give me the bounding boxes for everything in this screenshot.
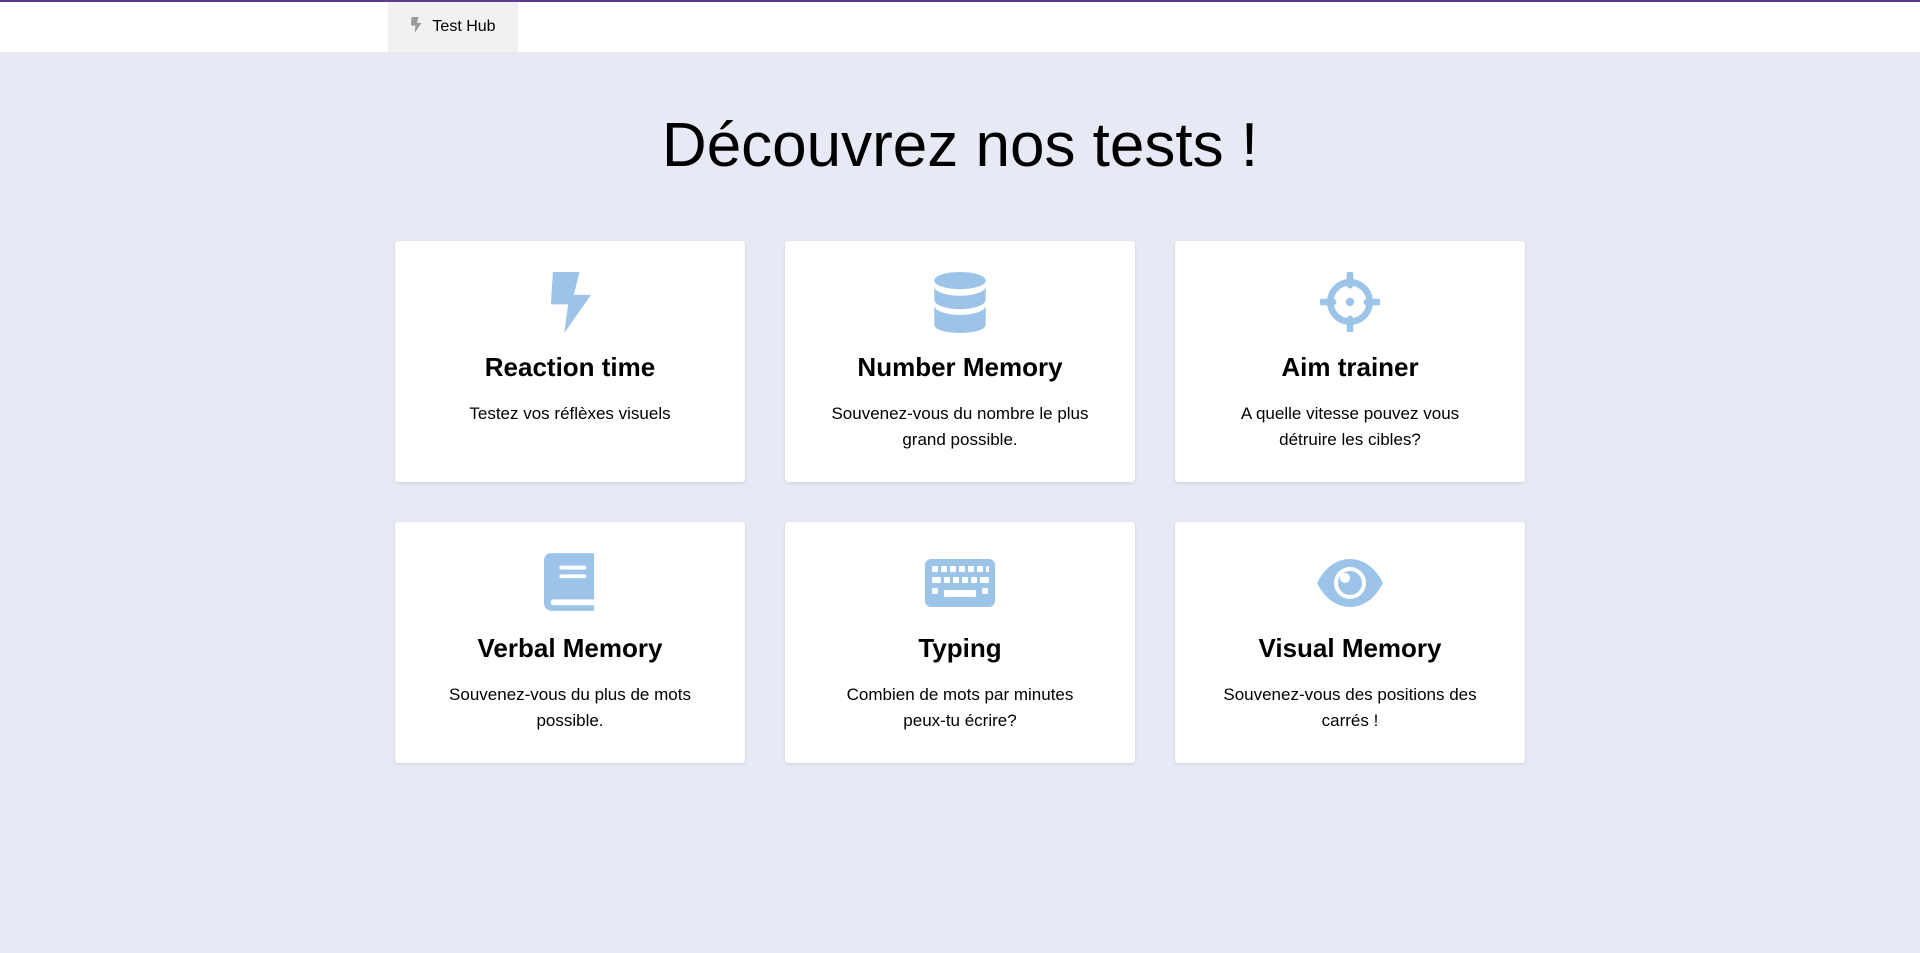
bolt-icon	[535, 271, 605, 333]
database-icon	[925, 271, 995, 333]
card-description: Testez vos réflèxes visuels	[469, 404, 671, 423]
tests-grid: Reaction time Testez vos réflèxes visuel…	[395, 241, 1525, 763]
card-title: Reaction time	[484, 352, 656, 382]
card-description: Souvenez-vous du nombre le plus grand po…	[831, 404, 1089, 449]
book-icon	[535, 552, 605, 614]
card-description: Souvenez-vous des positions des carrés !	[1223, 685, 1477, 730]
bolt-icon	[410, 16, 422, 39]
card-description: Combien de mots par minutes peux-tu écri…	[846, 685, 1074, 730]
card-title: Aim trainer	[1281, 352, 1419, 382]
card-title: Visual Memory	[1258, 633, 1442, 663]
navbar	[0, 2, 1920, 52]
keyboard-icon	[925, 552, 995, 614]
eye-icon	[1315, 552, 1385, 614]
card-visual-memory[interactable]: Visual Memory Souvenez-vous des position…	[1175, 522, 1525, 763]
crosshair-icon	[1315, 271, 1385, 333]
card-title: Typing	[918, 633, 1002, 663]
card-verbal-memory[interactable]: Verbal Memory Souvenez-vous du plus de m…	[395, 522, 745, 763]
card-description: A quelle vitesse pouvez vous détruire le…	[1240, 404, 1460, 449]
nav-brand-label: Test Hub	[432, 18, 496, 35]
card-description: Souvenez-vous du plus de mots possible.	[449, 685, 691, 730]
card-typing[interactable]: Typing Combien de mots par minutes peux-…	[785, 522, 1135, 763]
nav-brand-link[interactable]: Test Hub	[388, 2, 518, 52]
card-number-memory[interactable]: Number Memory Souvenez-vous du nombre le…	[785, 241, 1135, 482]
page-title: Découvrez nos tests !	[661, 111, 1259, 180]
card-title: Number Memory	[857, 352, 1063, 382]
card-title: Verbal Memory	[477, 633, 663, 663]
card-reaction-time[interactable]: Reaction time Testez vos réflèxes visuel…	[395, 241, 745, 482]
card-aim-trainer[interactable]: Aim trainer A quelle vitesse pouvez vous…	[1175, 241, 1525, 482]
